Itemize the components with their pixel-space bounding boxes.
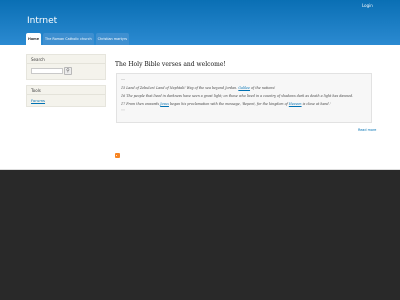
verse-17: 17 From then onwards Jesus began his pro…	[121, 102, 331, 106]
search-input[interactable]	[31, 68, 63, 74]
close-quote-mark: ””	[121, 108, 126, 113]
site-name-link[interactable]: Intrnet	[27, 16, 57, 26]
main-menu-tabs: Home The Roman Catholic church Christian…	[26, 33, 130, 45]
main-content-area: Search ⚲ Tools Forums The Holy Bible ver…	[0, 45, 400, 170]
rss-feed-icon[interactable]	[115, 153, 120, 158]
read-more-link[interactable]: Read more	[358, 128, 376, 132]
tools-block: Tools Forums	[26, 85, 106, 107]
tab-home[interactable]: Home	[26, 33, 41, 45]
tools-block-title: Tools	[27, 86, 105, 95]
search-icon: ⚲	[66, 68, 70, 74]
site-header: Intrnet Login Home The Roman Catholic ch…	[0, 0, 400, 45]
galilee-link[interactable]: Galilee	[238, 86, 250, 90]
login-link[interactable]: Login	[362, 3, 373, 8]
search-button[interactable]: ⚲	[64, 67, 72, 75]
jesus-link[interactable]: Jesus	[160, 102, 169, 106]
page-footer	[0, 170, 400, 300]
search-block: Search ⚲	[26, 54, 106, 80]
tab-christian-martyrs[interactable]: Christian martyrs	[95, 33, 130, 45]
blockquote: ““ 15 Land of Zebulun! Land of Naphtali!…	[116, 73, 372, 123]
heaven-link[interactable]: Heaven	[289, 102, 302, 106]
verse-16: 16 The people that lived in darkness hav…	[121, 94, 354, 98]
search-block-title: Search	[27, 55, 105, 64]
forums-link[interactable]: Forums	[31, 98, 45, 103]
tab-roman-catholic-church[interactable]: The Roman Catholic church	[43, 33, 94, 45]
verse-15: 15 Land of Zebulun! Land of Naphtali! Wa…	[121, 86, 276, 90]
page-title: The Holy Bible verses and welcome!	[115, 61, 226, 68]
